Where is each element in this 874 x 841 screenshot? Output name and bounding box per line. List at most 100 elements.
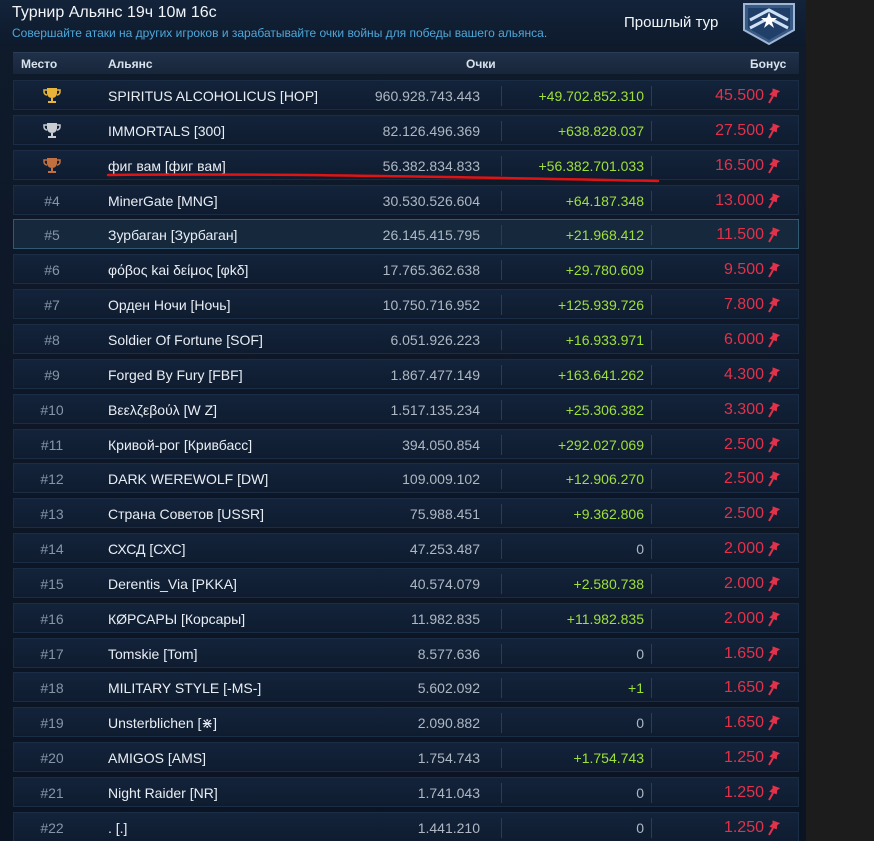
column-divider [651,469,652,490]
table-row[interactable]: #14 СХСД [СХС] 47.253.487 0 2.000 [13,533,799,564]
bonus-pin-icon [766,436,781,453]
rank-number: #18 [40,680,64,697]
alliance-name[interactable]: Зурбаган [Зурбаган] [108,227,237,243]
bonus-value: 1.250 [723,749,764,767]
table-row[interactable]: #19 Unsterblichen [⋇] 2.090.882 0 1.650 [13,707,799,738]
alliance-score: 960.928.743.443 [374,88,480,104]
alliance-name[interactable]: φόβος kai δείμος [φkδ] [108,262,248,278]
rank-emblem-icon[interactable] [738,0,800,46]
bonus-pin-icon [766,541,781,557]
column-divider [651,573,652,594]
alliance-score: 394.050.854 [402,436,480,453]
table-row[interactable]: #12 DARK WEREWOLF [DW] 109.009.102 +12.906.… [13,463,799,494]
alliance-score: 26.145.415.795 [382,227,480,244]
bonus-pin-icon [766,715,781,731]
bronze-trophy-icon [14,156,90,177]
table-row[interactable]: #21 Night Raider [NR] 1.741.043 0 1.250 [13,777,799,807]
alliance-name[interactable]: DARK WEREWOLF [DW] [108,471,268,487]
gold-trophy-icon [14,86,90,107]
alliance-score: 17.765.362.638 [382,262,480,279]
table-row[interactable]: #7 Орден Ночи [Ночь] 10.750.716.952 +125.93… [13,289,799,320]
column-divider [651,260,652,281]
bonus-value: 6.000 [723,330,764,348]
bonus-pin-icon [766,785,781,801]
bonus-value: 2.000 [723,609,764,627]
rank-number: #11 [40,436,64,453]
table-row[interactable]: SPIRITUS ALCOHOLICUS [HOP] 960.928.743.44… [13,80,799,110]
score-gain: +1.754.743 [573,750,644,767]
column-divider [651,329,652,350]
table-row[interactable]: #16 КØРСАРЫ [Корсары] 11.982.835 +11.982.83… [13,602,799,633]
rank-number: #14 [40,541,64,558]
alliance-name[interactable]: Орден Ночи [Ночь] [108,297,230,313]
alliance-score: 6.051.926.223 [390,331,480,348]
score-gain: +638.828.037 [557,122,644,139]
table-row[interactable]: #11 Кривой-рог [Кривбасс] 394.050.854 +292.… [13,428,799,459]
rank-number: #6 [44,262,60,279]
alliance-name[interactable]: Кривой-рог [Кривбасс] [108,437,252,453]
column-divider [651,364,652,385]
bonus-value: 13.000 [715,191,764,209]
table-row[interactable]: #17 Tomskie [Tom] 8.577.636 0 1.650 [13,637,799,668]
bonus-value: 45.500 [715,87,764,104]
alliance-name[interactable]: AMIGOS [AMS] [108,750,206,766]
table-row[interactable]: #6 φόβος kai δείμος [φkδ] 17.765.362.638 +2… [13,254,799,285]
bonus-value: 2.000 [723,540,764,558]
previous-tour-link[interactable]: Прошлый тур [624,14,718,31]
alliance-score: 8.577.636 [417,645,480,662]
column-header-alliance[interactable]: Альянс [108,57,153,71]
alliance-name[interactable]: СХСД [СХС] [108,541,185,557]
column-header-place[interactable]: Место [21,57,57,71]
table-row[interactable]: #15 Derentis_Via [PKKA] 40.574.079 +2.580.7… [13,567,799,598]
rank-number: #15 [40,575,64,592]
alliance-name[interactable]: IMMORTALS [300] [108,123,225,139]
alliance-score: 82.126.496.369 [382,122,480,139]
alliance-name[interactable]: Страна Советов [USSR] [108,506,264,522]
alliance-name[interactable]: . [.] [108,820,127,836]
rank-number: #13 [40,506,64,523]
bonus-pin-icon [766,750,781,766]
table-row[interactable]: IMMORTALS [300] 82.126.496.369 +638.828.03… [13,114,799,145]
bonus-pin-icon [766,680,781,696]
alliance-name[interactable]: MILITARY STYLE [-MS-] [108,680,261,696]
bonus-pin-icon [766,506,781,522]
alliance-score: 75.988.451 [409,506,480,523]
score-gain: +125.939.726 [557,297,644,314]
column-header-score[interactable]: Очки [466,57,496,71]
table-row[interactable]: фиг вам [фиг вам] 56.382.834.833 +56.382.7… [13,149,799,180]
rank-number: #7 [44,297,60,314]
bonus-pin-icon [766,192,781,209]
alliance-name[interactable]: SPIRITUS ALCOHOLICUS [HOP] [108,88,318,104]
alliance-name[interactable]: Unsterblichen [⋇] [108,715,217,732]
score-gain: 0 [636,785,644,801]
table-row[interactable]: #4 MinerGate [MNG] 30.530.526.604 +64.187.3… [13,184,799,215]
tournament-panel: Турнир Альянс 19ч 10м 16с Совершайте ата… [0,0,806,841]
alliance-name[interactable]: Βεελζεβούλ [W Z] [108,402,217,418]
score-gain: +9.362.806 [573,506,644,523]
table-row[interactable]: #20 AMIGOS [AMS] 1.754.743 +1.754.743 1.250 [13,742,799,773]
table-row[interactable]: #5 Зурбаган [Зурбаган] 26.145.415.795 +21.9… [13,219,799,250]
bonus-value: 1.250 [723,818,764,836]
table-row[interactable]: #10 Βεελζεβούλ [W Z] 1.517.135.234 +25.306.… [13,393,799,424]
table-row[interactable]: #9 Forged By Fury [FBF] 1.867.477.149 +163.… [13,358,799,389]
score-gain: +11.982.835 [566,610,644,627]
score-gain: 0 [636,819,644,836]
column-divider [651,120,652,141]
alliance-name[interactable]: Forged By Fury [FBF] [108,367,243,383]
table-row[interactable]: #8 Soldier Of Fortune [SOF] 6.051.926.223 +… [13,323,799,354]
alliance-name[interactable]: Soldier Of Fortune [SOF] [108,332,263,348]
column-header-bonus[interactable]: Бонус [750,57,786,71]
table-row[interactable]: #13 Страна Советов [USSR] 75.988.451 +9.362… [13,498,799,529]
bonus-pin-icon [766,158,781,174]
alliance-name[interactable]: MinerGate [MNG] [108,193,218,209]
score-gain: +29.780.609 [565,262,644,279]
table-row[interactable]: #22 . [.] 1.441.210 0 1.250 [13,811,799,841]
score-gain: +2.580.738 [573,575,644,592]
alliance-name[interactable]: фиг вам [фиг вам] [108,158,226,174]
alliance-name[interactable]: Tomskie [Tom] [108,646,197,662]
alliance-name[interactable]: КØРСАРЫ [Корсары] [108,611,245,627]
alliance-name[interactable]: Derentis_Via [PKKA] [108,576,237,592]
alliance-score: 1.517.135.234 [390,401,480,418]
table-row[interactable]: #18 MILITARY STYLE [-MS-] 5.602.092 +1 1.650 [13,672,799,703]
alliance-name[interactable]: Night Raider [NR] [108,785,218,801]
